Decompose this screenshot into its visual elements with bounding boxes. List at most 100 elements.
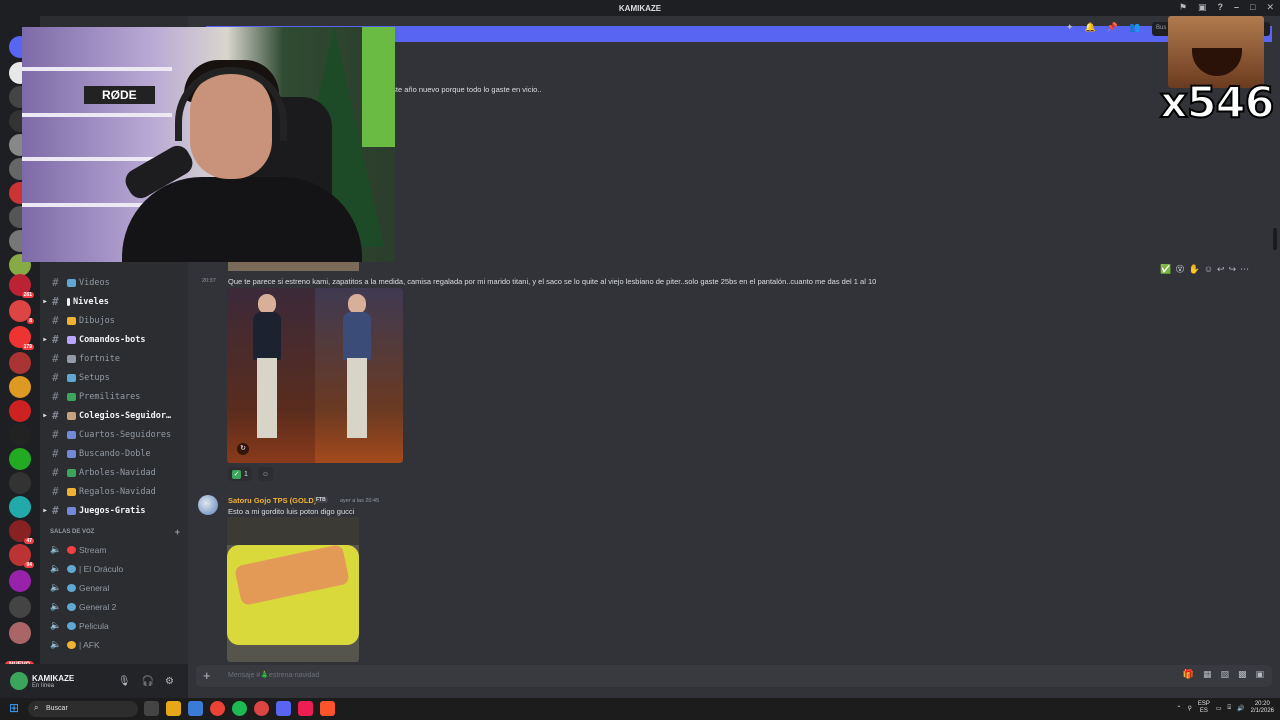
reply-icon[interactable]: ↩ (1217, 264, 1225, 275)
hand-reaction-icon[interactable]: ✋ (1189, 264, 1200, 275)
reaction-check[interactable]: ✓ 1 (228, 467, 252, 481)
inbox-icon[interactable]: ▣ (1198, 2, 1207, 13)
taskbar-search[interactable]: ⌕ Buscar (28, 701, 138, 717)
task-view-icon[interactable] (144, 701, 159, 716)
help-icon[interactable]: ? (1218, 2, 1224, 13)
close-button[interactable]: ✕ (1266, 2, 1274, 13)
server-icon[interactable] (9, 400, 31, 422)
voice-channel-item[interactable]: 🔈 | El Oráculo (40, 559, 188, 578)
message-attachment-gif[interactable]: ↻ (227, 288, 403, 463)
channel-item[interactable]: ▶ # Niveles (40, 292, 188, 311)
server-icon[interactable] (9, 448, 31, 470)
headphones-icon[interactable]: 🎧 (142, 676, 154, 687)
more-icon[interactable]: ⋯ (1240, 264, 1249, 275)
message-composer[interactable]: + Mensaje #🎄estrena-navidad 🎁 ▦ ▧ ▩ ▣ (196, 665, 1272, 687)
avatar[interactable] (198, 495, 218, 515)
forward-icon[interactable]: ↪ (1229, 264, 1237, 275)
flag-icon[interactable]: ⚑ (1179, 2, 1187, 13)
chrome-icon[interactable] (210, 701, 225, 716)
message-input[interactable]: Mensaje #🎄estrena-navidad (228, 671, 319, 679)
members-icon[interactable]: 👥 (1129, 22, 1140, 33)
hash-icon: # (52, 295, 59, 308)
channel-item[interactable]: ▶ # Colegios-Seguidor… (40, 406, 188, 425)
gift-icon[interactable]: 🎁 (1183, 669, 1194, 680)
server-icon[interactable] (9, 424, 31, 446)
server-icon[interactable]: 94 (9, 544, 34, 568)
voice-channel-item[interactable]: 🔈 General 2 (40, 597, 188, 616)
emoji-reaction-icon[interactable]: 😵 (1175, 264, 1184, 275)
add-reaction-button[interactable]: ☺ (257, 467, 274, 481)
maximize-button[interactable]: □ (1250, 2, 1255, 13)
gif-picker-icon[interactable]: ▦ (1203, 669, 1212, 680)
scrollbar[interactable] (1273, 228, 1277, 250)
server-icon[interactable] (9, 596, 31, 618)
microphone-icon[interactable]: 🎙 (118, 676, 131, 687)
server-icon[interactable] (9, 472, 31, 494)
voice-channel-label: Pelicula (79, 620, 109, 631)
channel-item[interactable]: # Dibujos (40, 311, 188, 330)
channel-item[interactable]: # fortnite (40, 349, 188, 368)
server-icon[interactable] (9, 570, 31, 592)
browser-icon[interactable] (254, 701, 269, 716)
add-reaction-icon[interactable]: ☺ (1204, 264, 1213, 275)
threads-icon[interactable]: ✦ (1066, 22, 1074, 33)
monitor-icon[interactable]: ▭ (1216, 705, 1222, 712)
windows-start-icon[interactable]: ⊞ (9, 702, 22, 715)
voice-channel-item[interactable]: 🔈 Pelicula (40, 616, 188, 635)
pin-icon[interactable]: 📌 (1107, 22, 1118, 33)
volume-icon[interactable]: 🔊 (1237, 705, 1244, 712)
bell-icon[interactable]: 🔔 (1085, 22, 1096, 33)
message-attachment-image[interactable] (227, 517, 359, 662)
apps-icon[interactable]: ▣ (1255, 669, 1264, 680)
image-icon[interactable]: ▩ (1238, 669, 1247, 680)
server-icon[interactable]: 8 (9, 300, 34, 324)
reactions: ✓ 1 ☺ (228, 467, 274, 481)
channel-item[interactable]: # Videos (40, 273, 188, 292)
server-icon[interactable] (9, 496, 31, 518)
channel-item[interactable]: ▶ # Juegos-Gratis (40, 501, 188, 520)
app-icon[interactable] (188, 701, 203, 716)
location-icon[interactable]: ⚲ (1187, 705, 1191, 712)
channel-item[interactable]: ▶ # Comandos-bots (40, 330, 188, 349)
voice-category[interactable]: SALAS DE VOZ + (50, 527, 180, 537)
file-explorer-icon[interactable] (166, 701, 181, 716)
title-bar: KAMIKAZE ⚑ ▣ ? – □ ✕ (0, 0, 1280, 16)
server-icon[interactable] (9, 352, 31, 374)
server-icon[interactable] (9, 622, 31, 644)
channel-item[interactable]: # Setups (40, 368, 188, 387)
server-icon[interactable]: 47 (9, 520, 34, 544)
check-reaction-icon[interactable]: ✅ (1160, 264, 1171, 275)
network-icon[interactable]: ⌸ (1228, 705, 1232, 712)
channel-item[interactable]: # Arboles-Navidad (40, 463, 188, 482)
channel-item[interactable]: # Regalos-Navidad (40, 482, 188, 501)
voice-channel-item[interactable]: 🔈 General (40, 578, 188, 597)
message-author[interactable]: Satoru Gojo TPS (GOLD) (228, 496, 316, 505)
voice-channel-item[interactable]: 🔈 Stream (40, 540, 188, 559)
add-channel-icon[interactable]: + (175, 527, 180, 537)
clock[interactable]: 20:20 2/1/2026 (1251, 701, 1274, 715)
gif-icon[interactable]: ↻ (237, 443, 249, 455)
sticker-icon[interactable]: ▧ (1220, 669, 1229, 680)
avatar[interactable] (10, 672, 28, 690)
speaker-icon: 🔈 (50, 582, 62, 592)
upload-plus-icon[interactable]: + (203, 668, 211, 683)
speaker-icon: 🔈 (50, 601, 62, 611)
voice-channel-item[interactable]: 🔈 | AFK (40, 635, 188, 654)
server-icon[interactable]: 179 (9, 326, 34, 350)
previous-attachment[interactable] (228, 262, 359, 271)
chevron-up-icon[interactable]: ⌃ (1176, 705, 1181, 712)
minimize-button[interactable]: – (1234, 2, 1239, 13)
channel-item[interactable]: # Premilitares (40, 387, 188, 406)
hand-icon (67, 316, 76, 325)
discord-icon[interactable] (276, 701, 291, 716)
tiktok-icon[interactable] (298, 701, 313, 716)
channel-item[interactable]: # Cuartos-Seguidores (40, 425, 188, 444)
server-icon[interactable]: 281 (9, 274, 34, 298)
gear-icon[interactable]: ⚙ (165, 676, 174, 687)
brave-icon[interactable] (320, 701, 335, 716)
channel-label: Regalos-Navidad (79, 486, 156, 497)
spotify-icon[interactable] (232, 701, 247, 716)
server-icon[interactable] (9, 376, 31, 398)
language-indicator[interactable]: ESP ES (1198, 701, 1210, 715)
channel-item[interactable]: # Buscando-Doble (40, 444, 188, 463)
